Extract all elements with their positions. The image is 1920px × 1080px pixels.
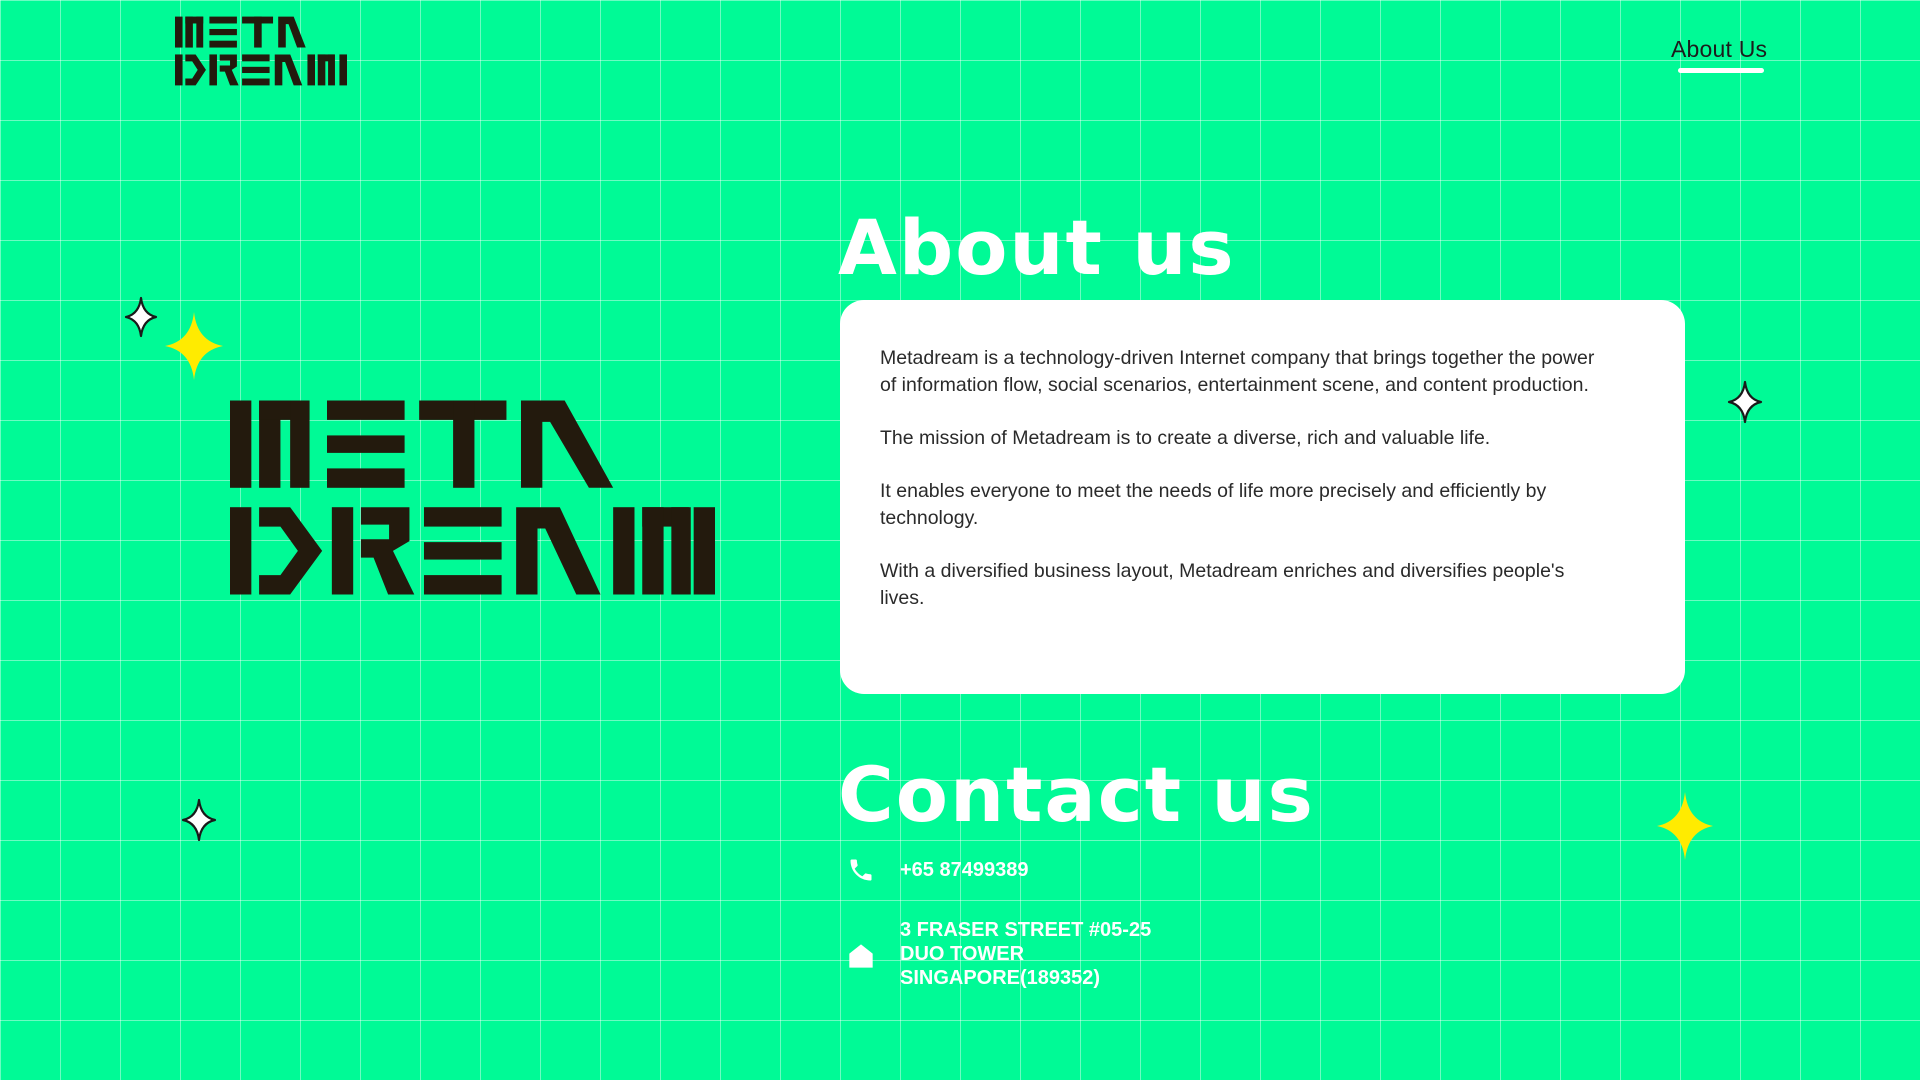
about-card: Metadream is a technology-driven Interne… — [840, 300, 1685, 694]
address-line: SINGAPORE(189352) — [900, 967, 1101, 989]
sparkle-outline-icon — [181, 798, 217, 842]
header-logo[interactable] — [175, 16, 347, 86]
home-icon — [849, 944, 873, 968]
sparkle-outline-icon — [124, 296, 158, 338]
hero-logo — [230, 400, 715, 595]
nav-about-us-link[interactable]: About Us — [1671, 36, 1767, 63]
sparkle-yellow-icon — [1657, 792, 1713, 860]
nav-active-underline — [1678, 68, 1764, 73]
address-block: 3 FRASER STREET #05-25 DUO TOWER SINGAPO… — [900, 918, 1151, 990]
sparkle-outline-icon — [1727, 380, 1763, 424]
about-paragraph: It enables everyone to meet the needs of… — [880, 480, 1547, 529]
about-paragraph: Metadream is a technology-driven Interne… — [880, 347, 1595, 396]
about-paragraph: With a diversified business layout, Meta… — [880, 560, 1565, 609]
address-line: DUO TOWER — [900, 943, 1025, 965]
sparkle-yellow-icon — [165, 312, 223, 380]
contact-heading: Contact us — [838, 750, 1315, 839]
phone-icon — [850, 859, 872, 881]
about-paragraph: The mission of Metadream is to create a … — [880, 427, 1491, 449]
address-line: 3 FRASER STREET #05-25 — [900, 919, 1152, 941]
phone-number[interactable]: +65 87499389 — [900, 858, 1028, 882]
about-heading: About us — [838, 203, 1236, 292]
